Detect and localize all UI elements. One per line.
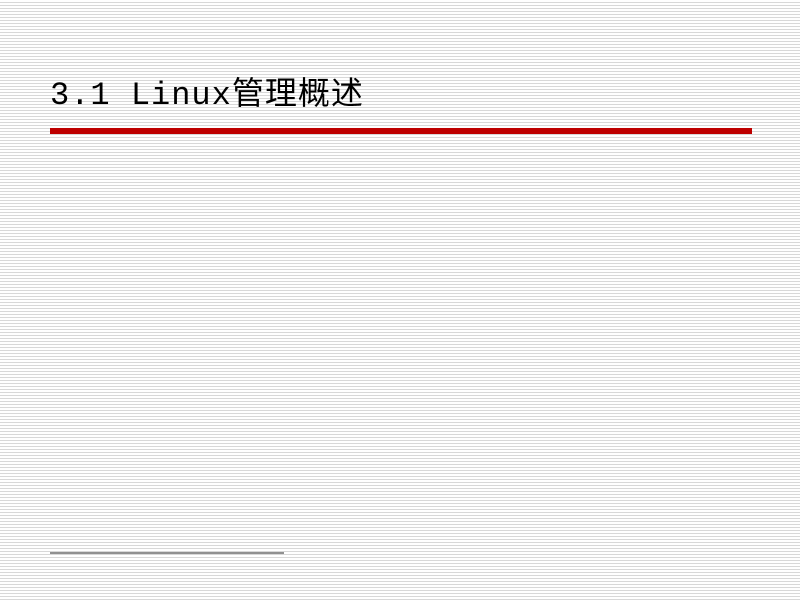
title-container: 3.1 Linux管理概述 — [50, 68, 752, 134]
footer-divider — [50, 552, 284, 554]
title-underline — [50, 128, 752, 134]
slide-title: 3.1 Linux管理概述 — [50, 68, 752, 128]
presentation-slide: 3.1 Linux管理概述 — [0, 0, 800, 600]
